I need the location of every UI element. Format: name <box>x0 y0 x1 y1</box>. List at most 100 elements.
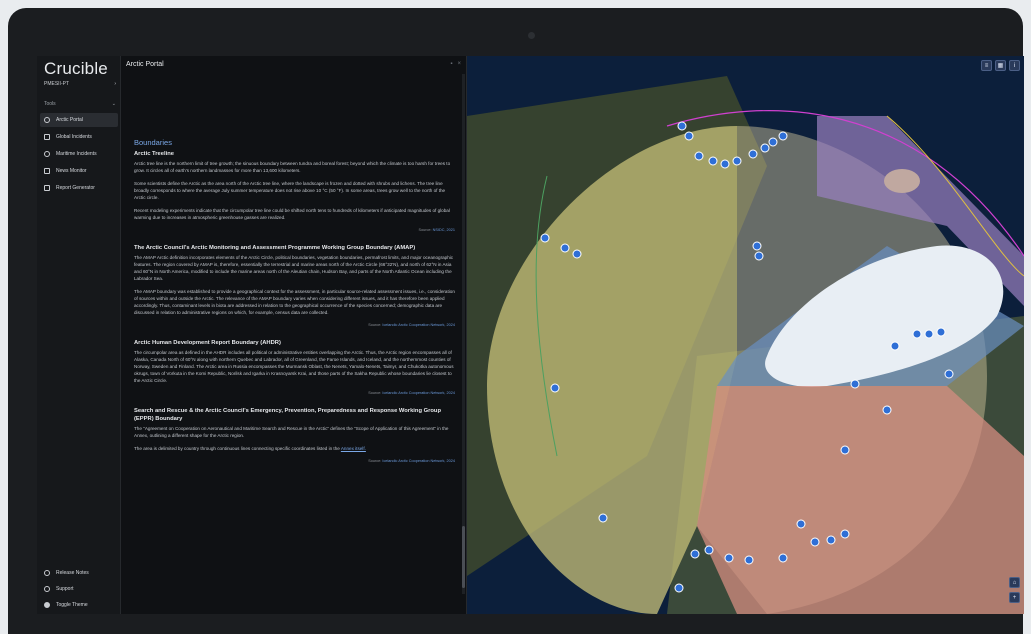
pin-icon[interactable]: ▪ <box>450 61 452 67</box>
incident-marker <box>677 121 687 131</box>
source-link[interactable]: Icelandic Arctic Cooperation Network, 20… <box>382 391 455 395</box>
news-icon <box>44 168 50 174</box>
incident-marker <box>744 555 754 565</box>
footer-label: Support <box>56 586 74 592</box>
incident-marker <box>796 519 806 529</box>
sidebar-item-arctic-portal[interactable]: Arctic Portal <box>40 113 118 127</box>
sidebar-item-label: Report Generator <box>56 185 95 191</box>
home-icon[interactable]: ⌂ <box>1009 577 1020 588</box>
paragraph: The AMAP boundary was established to pro… <box>134 289 455 315</box>
source-prefix: Source: <box>418 228 432 232</box>
paragraph: Arctic tree line is the northern limit o… <box>134 161 451 173</box>
incident-marker <box>826 535 836 545</box>
panel-content: Boundaries Arctic Treeline Arctic tree l… <box>134 138 455 475</box>
sidebar-item-report-generator[interactable]: Report Generator <box>40 181 118 195</box>
incident-marker <box>936 327 946 337</box>
tools-label: Tools <box>44 101 56 107</box>
incident-marker <box>720 159 730 169</box>
incident-marker <box>550 383 560 393</box>
document-icon <box>44 185 50 191</box>
sidebar-item-global-incidents[interactable]: Global Incidents <box>40 130 118 144</box>
app-logo: Crucible <box>44 59 108 78</box>
sidebar-footer: Release Notes Support Toggle Theme <box>40 566 118 614</box>
sidebar: Crucible PMESII-PT › Tools ⌄ Arctic Port… <box>37 56 121 614</box>
source-link[interactable]: Icelandic Arctic Cooperation Network, 20… <box>382 323 455 327</box>
source-prefix: Source: <box>368 459 382 463</box>
arctic-map[interactable]: ≡ ▦ i ⌂ + <box>467 56 1024 614</box>
info-icon <box>44 570 50 576</box>
release-notes-button[interactable]: Release Notes <box>40 566 118 580</box>
incident-marker <box>732 156 742 166</box>
panel-scrollbar-track[interactable] <box>462 74 465 594</box>
tools-section-header[interactable]: Tools ⌄ <box>44 101 116 107</box>
support-icon <box>44 586 50 592</box>
section-title-amap: The Arctic Council's Arctic Monitoring a… <box>134 245 416 251</box>
sidebar-nav: Arctic Portal Global Incidents Maritime … <box>40 113 118 198</box>
incident-marker <box>694 151 704 161</box>
globe-icon <box>44 117 50 123</box>
incident-marker <box>778 131 788 141</box>
sidebar-item-label: Maritime Incidents <box>56 151 97 157</box>
paragraph: The "Agreement on Cooperation on Aeronau… <box>134 426 449 438</box>
incident-marker <box>540 233 550 243</box>
incident-marker <box>752 241 762 251</box>
chevron-down-icon: ⌄ <box>111 101 116 107</box>
incident-marker <box>912 329 922 339</box>
annex-link[interactable]: Annex itself. <box>341 446 366 451</box>
footer-label: Release Notes <box>56 570 89 576</box>
layers-icon[interactable]: ≡ <box>981 60 992 71</box>
incident-marker <box>760 143 770 153</box>
source-link[interactable]: NSIDC, 2021 <box>433 228 455 232</box>
incident-marker <box>840 445 850 455</box>
panel-header: Arctic Portal ▪ × <box>121 56 466 72</box>
incident-marker <box>704 545 714 555</box>
incident-marker <box>572 249 582 259</box>
map-canvas <box>467 76 1024 614</box>
chevron-right-icon: › <box>114 81 116 87</box>
sidebar-item-label: News Monitor <box>56 168 87 174</box>
anchor-icon <box>44 151 50 157</box>
source-line: Source: Icelandic Arctic Cooperation Net… <box>134 322 455 329</box>
laptop-frame: Crucible PMESII-PT › Tools ⌄ Arctic Port… <box>8 8 1024 634</box>
incident-marker <box>890 341 900 351</box>
section-title-treeline: Arctic Treeline <box>134 151 174 157</box>
paragraph: The AMAP Arctic definition incorporates … <box>134 255 454 281</box>
source-line: Source: Icelandic Arctic Cooperation Net… <box>134 458 455 465</box>
toggle-theme-button[interactable]: Toggle Theme <box>40 598 118 612</box>
project-label: PMESII-PT <box>44 81 70 87</box>
incident-marker <box>924 329 934 339</box>
map-controls: ≡ ▦ i <box>981 60 1020 71</box>
source-prefix: Source: <box>368 391 382 395</box>
source-line: Source: NSIDC, 2021 <box>134 227 455 234</box>
boundaries-heading: Boundaries <box>134 138 172 147</box>
theme-icon <box>44 602 50 608</box>
sidebar-item-news-monitor[interactable]: News Monitor <box>40 164 118 178</box>
support-button[interactable]: Support <box>40 582 118 596</box>
incident-marker <box>690 549 700 559</box>
source-link[interactable]: Icelandic Arctic Cooperation Network, 20… <box>382 459 455 463</box>
screen: Crucible PMESII-PT › Tools ⌄ Arctic Port… <box>37 56 1024 614</box>
zoom-in-icon[interactable]: + <box>1009 592 1020 603</box>
zoom-controls: ⌂ + <box>1009 577 1020 603</box>
paragraph: Recent modeling experiments indicate tha… <box>134 208 450 220</box>
incident-marker <box>768 137 778 147</box>
incident-marker <box>850 379 860 389</box>
sidebar-item-maritime-incidents[interactable]: Maritime Incidents <box>40 147 118 161</box>
footer-label: Toggle Theme <box>56 602 88 608</box>
close-icon[interactable]: × <box>457 61 461 67</box>
incident-marker <box>810 537 820 547</box>
panel-scrollbar-thumb[interactable] <box>462 526 465 588</box>
alert-icon <box>44 134 50 140</box>
incident-marker <box>684 131 694 141</box>
project-selector[interactable]: PMESII-PT › <box>44 81 116 87</box>
info-icon[interactable]: i <box>1009 60 1020 71</box>
paragraph-with-link: The area is delimited by country through… <box>134 445 455 452</box>
paragraph-text: The area is delimited by country through… <box>134 446 340 451</box>
basemap-icon[interactable]: ▦ <box>995 60 1006 71</box>
source-prefix: Source: <box>368 323 382 327</box>
incident-marker <box>748 149 758 159</box>
paragraph: The circumpolar area as defined in the A… <box>134 350 454 383</box>
source-line: Source: Icelandic Arctic Cooperation Net… <box>134 390 455 397</box>
incident-marker <box>708 156 718 166</box>
incident-marker <box>724 553 734 563</box>
